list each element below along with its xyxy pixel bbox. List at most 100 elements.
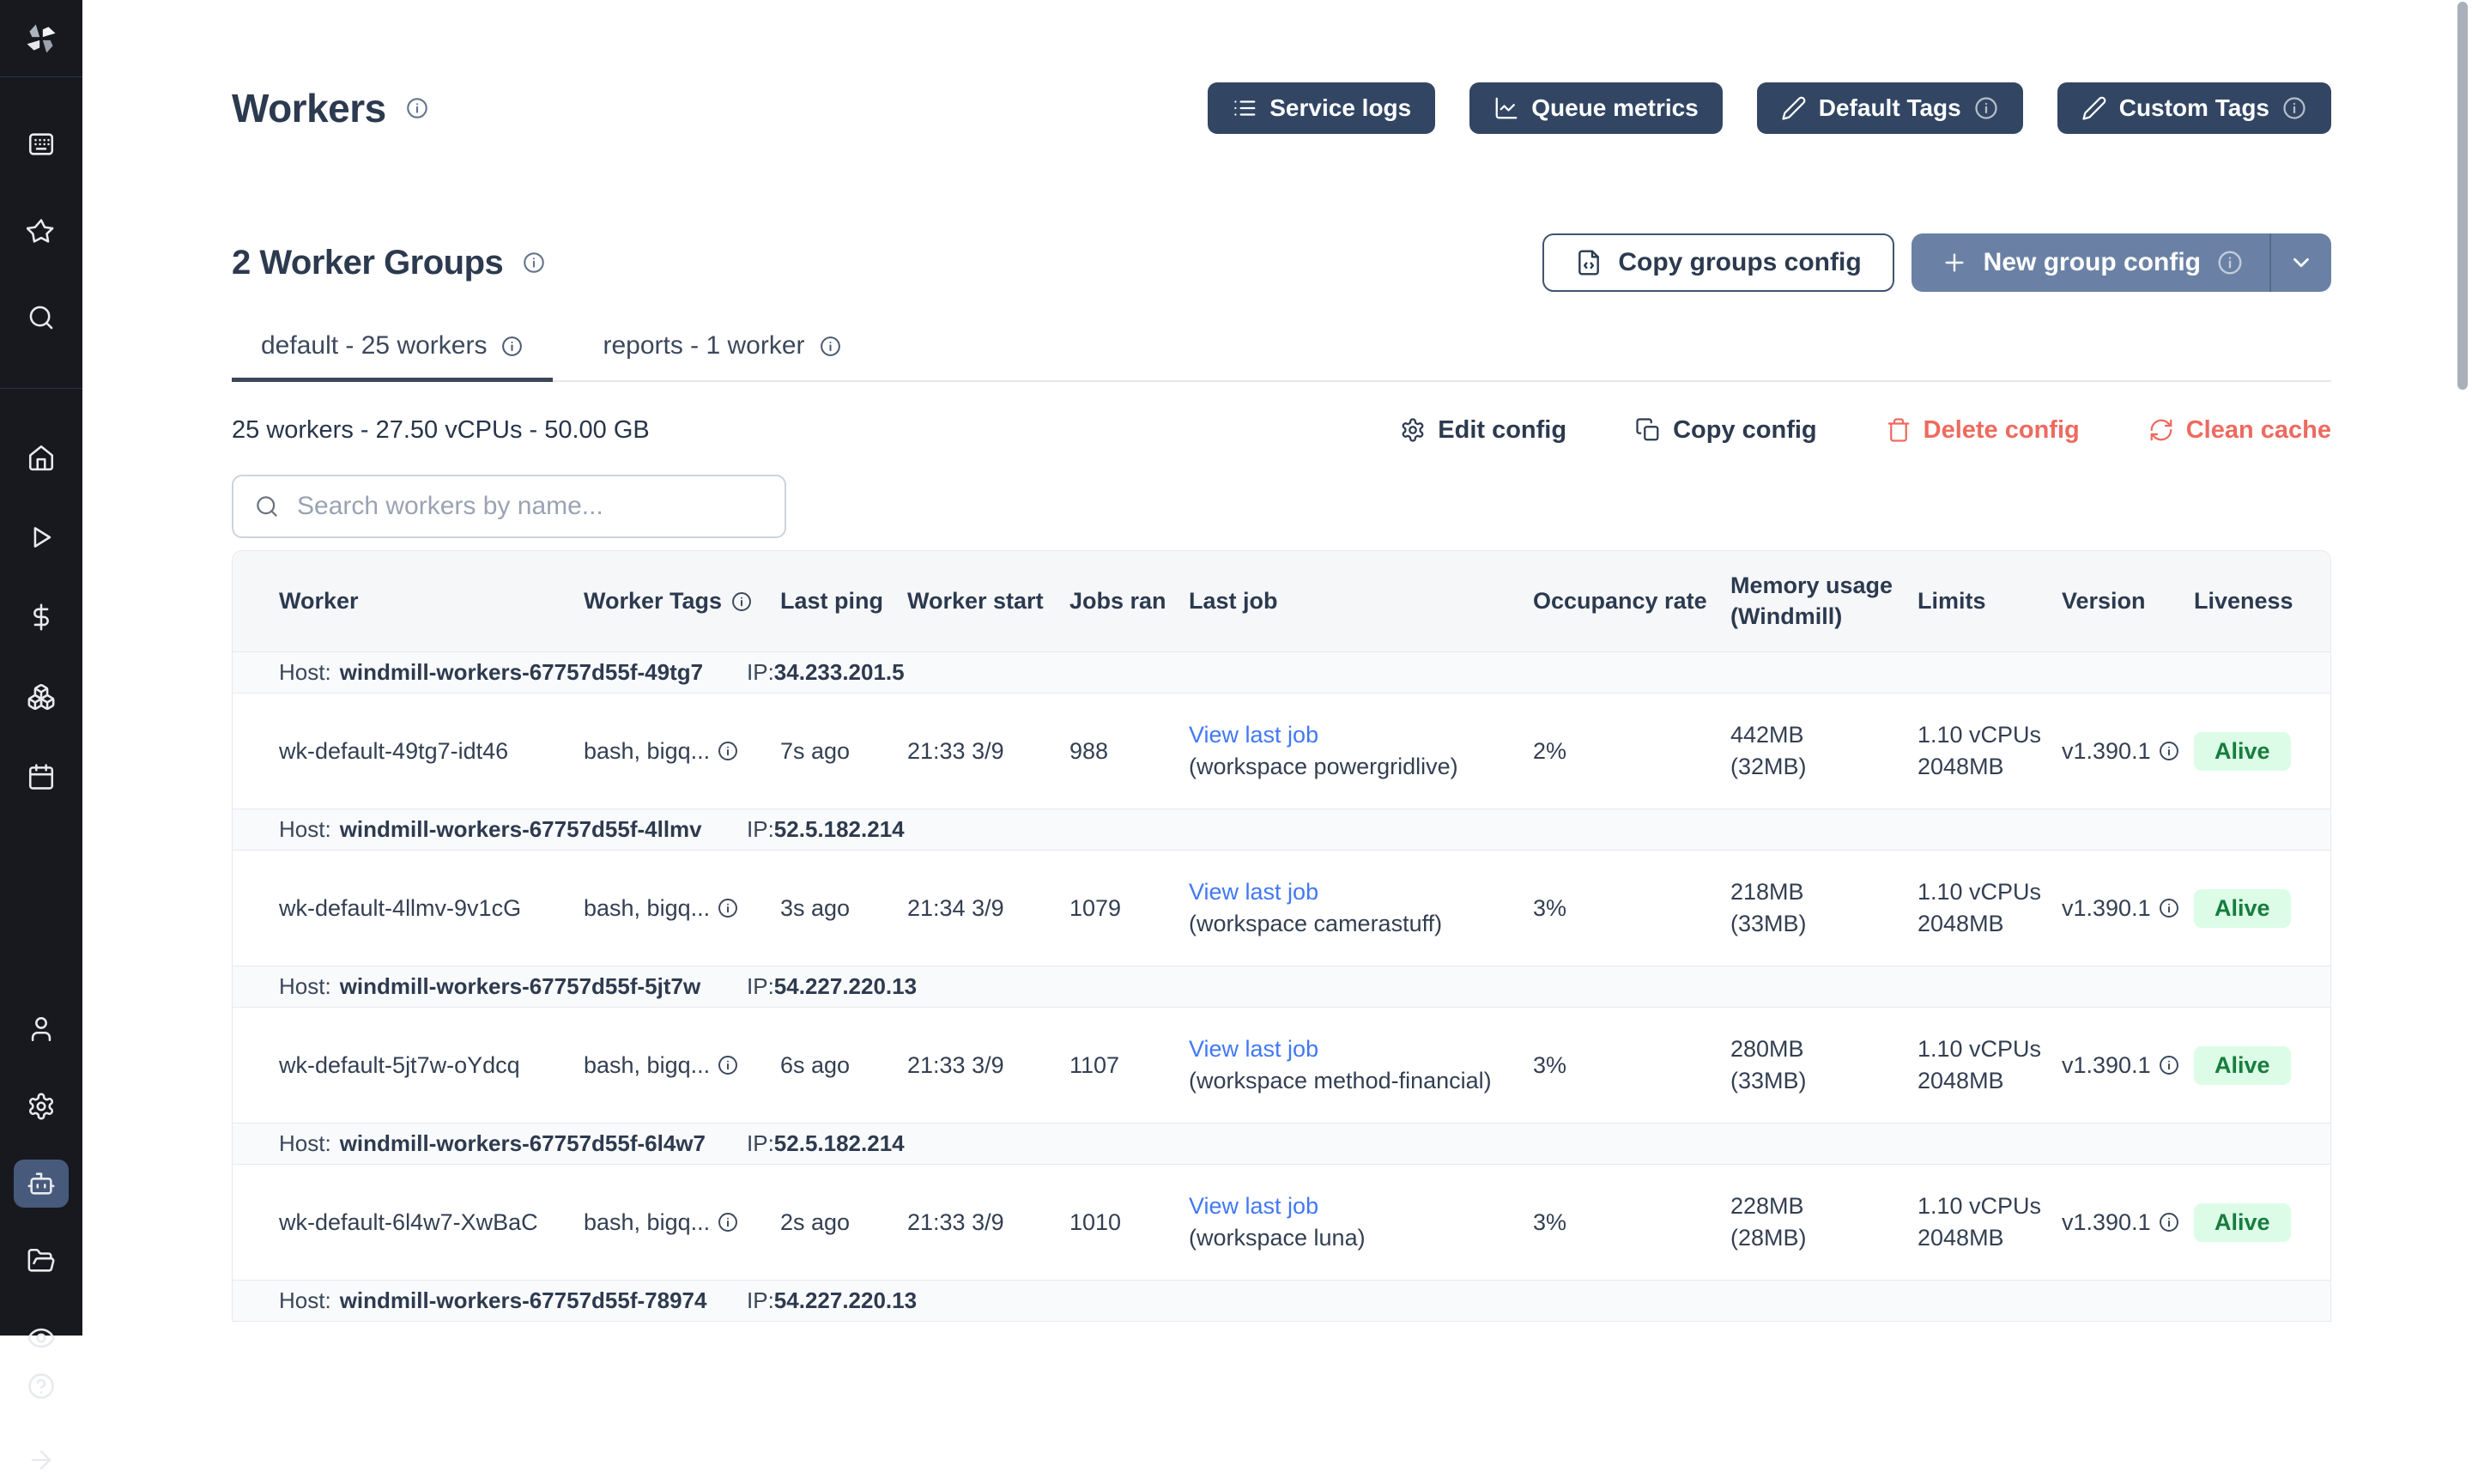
custom-tags-button[interactable]: Custom Tags	[2057, 82, 2331, 134]
view-last-job-link[interactable]: View last job	[1189, 1036, 1533, 1063]
queue-metrics-button[interactable]: Queue metrics	[1469, 82, 1723, 134]
sidebar-item-dollar[interactable]	[14, 593, 69, 641]
button-label: Custom Tags	[2119, 94, 2269, 122]
service-logs-button[interactable]: Service logs	[1208, 82, 1435, 134]
new-group-config-label: New group config	[1984, 248, 2201, 277]
sidebar-item-home[interactable]	[14, 433, 69, 482]
tab-reports[interactable]: reports - 1 worker	[573, 331, 870, 382]
table-body: Host:windmill-workers-67757d55f-49tg7IP:…	[233, 652, 2330, 1322]
liveness: Alive	[2194, 1046, 2330, 1085]
last-job-workspace: (workspace powergridlive)	[1189, 754, 1533, 780]
column-header-label: Worker Tags	[584, 586, 722, 616]
vertical-scrollbar-thumb[interactable]	[2457, 2, 2468, 390]
sidebar-item-calendar[interactable]	[14, 753, 69, 801]
sidebar-item-help[interactable]	[14, 1362, 69, 1410]
host-name: Host:windmill-workers-67757d55f-4llmv	[279, 816, 747, 843]
worker-name: wk-default-49tg7-idt46	[279, 738, 584, 765]
copy-icon	[1635, 417, 1661, 443]
line-chart-icon	[1494, 95, 1519, 121]
delete-config-button[interactable]: Delete config	[1886, 416, 2080, 445]
info-icon[interactable]	[717, 1211, 739, 1233]
column-header-label: Worker	[279, 586, 359, 616]
action-label: Delete config	[1924, 416, 2080, 445]
sidebar-item-play[interactable]	[14, 513, 69, 561]
sidebar-item-eye[interactable]	[14, 1314, 69, 1362]
star-icon	[27, 216, 56, 245]
info-icon[interactable]	[819, 335, 842, 358]
view-last-job-link[interactable]: View last job	[1189, 1193, 1533, 1220]
group-summary-text: 25 workers - 27.50 vCPUs - 50.00 GB	[232, 416, 650, 445]
sidebar-item-settings[interactable]	[14, 1082, 69, 1130]
worker-tags: bash, bigq...	[584, 895, 780, 922]
edit-config-button[interactable]: Edit config	[1400, 416, 1566, 445]
worker-name: wk-default-6l4w7-XwBaC	[279, 1209, 584, 1236]
memory-usage: 442MB(32MB)	[1730, 722, 1918, 780]
column-header-label: Limits	[1918, 586, 1986, 616]
clean-cache-button[interactable]: Clean cache	[2148, 416, 2331, 445]
limits: 1.10 vCPUs2048MB	[1918, 879, 2062, 937]
table-header-row: WorkerWorker TagsLast pingWorker startJo…	[233, 551, 2330, 652]
last-ping: 7s ago	[780, 738, 907, 765]
occupancy-rate: 3%	[1533, 895, 1730, 922]
info-icon[interactable]	[500, 335, 524, 358]
new-group-info-icon[interactable]	[2216, 249, 2244, 276]
memory-usage: 228MB(28MB)	[1730, 1193, 1918, 1251]
worker-groups-row: 2 Worker Groups Copy groups config New g…	[232, 232, 2331, 294]
info-icon[interactable]	[717, 740, 739, 762]
column-header-worker: Worker	[279, 586, 584, 616]
worker-row: wk-default-49tg7-idt46bash, bigq...7s ag…	[233, 694, 2330, 809]
help-icon	[27, 1372, 56, 1401]
info-icon[interactable]	[2158, 740, 2180, 762]
view-last-job-link[interactable]: View last job	[1189, 879, 1533, 906]
worker-name: wk-default-5jt7w-oYdcq	[279, 1052, 584, 1079]
info-icon[interactable]	[730, 591, 753, 613]
sidebar-item-arrow-right[interactable]	[14, 1436, 69, 1484]
file-code-icon	[1575, 249, 1603, 276]
search-input[interactable]	[295, 491, 764, 522]
view-last-job-link[interactable]: View last job	[1189, 722, 1533, 748]
liveness: Alive	[2194, 1203, 2330, 1242]
sidebar-item-user[interactable]	[14, 1005, 69, 1053]
tab-default[interactable]: default - 25 workers	[232, 331, 553, 382]
chevron-down-icon	[2288, 250, 2314, 276]
column-header-occupancy-rate: Occupancy rate	[1533, 586, 1730, 616]
workers-info-icon[interactable]	[405, 96, 429, 120]
host-name: Host:windmill-workers-67757d55f-5jt7w	[279, 973, 747, 1000]
dollar-icon	[27, 603, 56, 632]
sidebar-item-search[interactable]	[14, 294, 69, 342]
worker-groups-info-icon[interactable]	[522, 251, 546, 275]
default-tags-button[interactable]: Default Tags	[1757, 82, 2023, 134]
column-header-label: Liveness	[2194, 586, 2293, 616]
button-label: Queue metrics	[1531, 94, 1699, 122]
action-label: Edit config	[1438, 416, 1566, 445]
memory-total: 442MB	[1730, 722, 1918, 748]
trash-icon	[1886, 417, 1912, 443]
info-icon[interactable]	[717, 897, 739, 919]
column-header-label: Last ping	[780, 586, 883, 616]
new-group-config-button[interactable]: New group config	[1912, 233, 2331, 292]
column-header-memory-usage: Memory usage(Windmill)	[1730, 571, 1918, 631]
sidebar-item-boxes[interactable]	[14, 673, 69, 721]
liveness-badge: Alive	[2194, 732, 2291, 771]
info-icon[interactable]	[2158, 1211, 2180, 1233]
windmill-logo[interactable]	[0, 0, 82, 77]
info-icon[interactable]	[2158, 1054, 2180, 1076]
host-row: Host:windmill-workers-67757d55f-4llmvIP:…	[233, 809, 2330, 851]
info-icon[interactable]	[2158, 897, 2180, 919]
limits-memory: 2048MB	[1918, 911, 2062, 937]
memory-total: 280MB	[1730, 1036, 1918, 1063]
host-label: Host:	[279, 816, 331, 843]
info-icon[interactable]	[717, 1054, 739, 1076]
host-label: Host:	[279, 1130, 331, 1157]
group-summary-row: 25 workers - 27.50 vCPUs - 50.00 GB Edit…	[232, 411, 2331, 449]
new-group-config-dropdown[interactable]	[2269, 233, 2331, 292]
copy-config-button[interactable]: Copy config	[1635, 416, 1817, 445]
copy-groups-config-button[interactable]: Copy groups config	[1542, 233, 1893, 292]
sidebar-item-keypad[interactable]	[14, 120, 69, 168]
sidebar-item-star[interactable]	[14, 207, 69, 255]
settings-icon	[27, 1092, 56, 1121]
liveness: Alive	[2194, 889, 2330, 928]
info-icon	[1973, 95, 1999, 121]
sidebar-item-folder-open[interactable]	[14, 1237, 69, 1285]
sidebar-item-robot[interactable]	[14, 1160, 69, 1208]
